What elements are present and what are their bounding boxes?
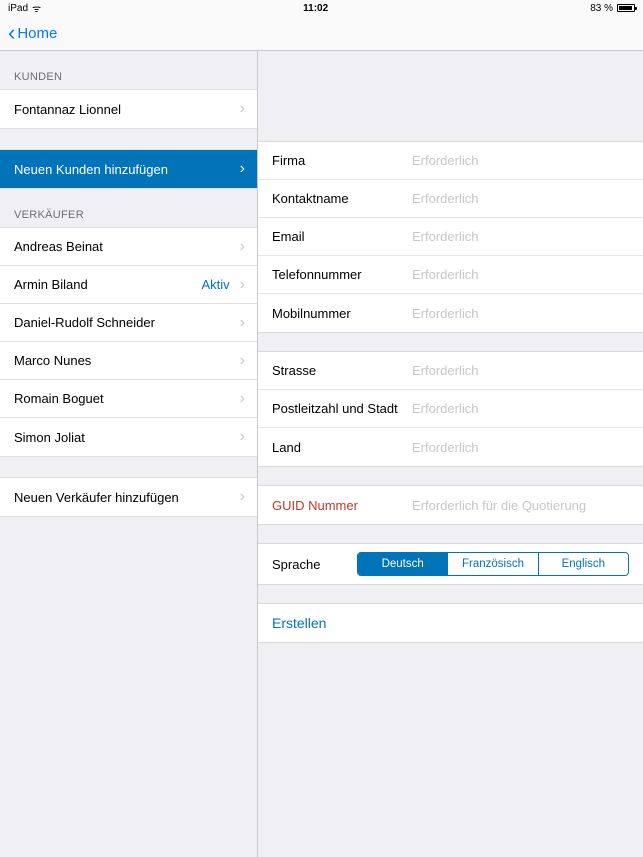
text-input[interactable] <box>412 440 629 455</box>
form-label: Mobilnummer <box>272 306 412 321</box>
chevron-right-icon: › <box>240 100 245 118</box>
list-item-kunde[interactable]: Fontannaz Lionnel › <box>0 90 257 128</box>
add-kunde-label: Neuen Kunden hinzufügen <box>14 162 168 177</box>
content-pane: Firma Kontaktname Email Telefonnummer Mobiln… <box>258 51 643 857</box>
form-row: Email <box>258 218 643 256</box>
text-input[interactable] <box>412 153 629 168</box>
list-item-verkaufer[interactable]: Daniel-Rudolf Schneider › <box>0 304 257 342</box>
chevron-left-icon: ‹ <box>8 22 15 44</box>
text-input[interactable] <box>412 267 629 282</box>
chevron-right-icon: › <box>240 352 245 370</box>
nav-bar: ‹ Home <box>0 16 643 51</box>
status-battery: 83 % <box>590 3 635 14</box>
chevron-right-icon: › <box>240 238 245 256</box>
status-device: iPad ᯤ <box>8 1 41 15</box>
list-item-verkaufer[interactable]: Marco Nunes › <box>0 342 257 380</box>
text-input[interactable] <box>412 363 629 378</box>
status-text: Aktiv <box>202 277 230 292</box>
list-item-verkaufer[interactable]: Simon Joliat › <box>0 418 257 456</box>
form-row-guid: GUID Nummer <box>258 486 643 524</box>
chevron-right-icon: › <box>240 276 245 294</box>
form-label: Strasse <box>272 363 412 378</box>
form-row: Kontaktname <box>258 180 643 218</box>
add-verkaufer-button[interactable]: Neuen Verkäufer hinzufügen › <box>0 478 257 516</box>
list-item-verkaufer[interactable]: Romain Boguet › <box>0 380 257 418</box>
status-bar: iPad ᯤ 11:02 83 % <box>0 0 643 16</box>
form-row: Mobilnummer <box>258 294 643 332</box>
list-item-label: Fontannaz Lionnel <box>14 102 121 117</box>
section-header-kunden: KUNDEN <box>0 51 257 89</box>
list-item-label: Armin Biland <box>14 277 88 292</box>
add-verkaufer-label: Neuen Verkäufer hinzufügen <box>14 490 179 505</box>
status-time: 11:02 <box>303 3 328 14</box>
form-label: Firma <box>272 153 412 168</box>
chevron-right-icon: › <box>240 428 245 446</box>
language-option[interactable]: Deutsch <box>358 553 448 575</box>
chevron-right-icon: › <box>240 314 245 332</box>
battery-icon <box>617 4 635 12</box>
chevron-right-icon: › <box>240 390 245 408</box>
list-item-label: Simon Joliat <box>14 430 85 445</box>
language-option[interactable]: Französisch <box>448 553 538 575</box>
list-item-verkaufer[interactable]: Armin Biland Aktiv › <box>0 266 257 304</box>
create-button[interactable]: Erstellen <box>258 603 643 643</box>
language-segmented: DeutschFranzösischEnglisch <box>357 552 629 576</box>
list-item-label: Daniel-Rudolf Schneider <box>14 315 155 330</box>
list-item-label: Andreas Beinat <box>14 239 103 254</box>
sidebar: KUNDEN Fontannaz Lionnel › Neuen Kunden … <box>0 51 258 857</box>
back-label: Home <box>17 25 57 42</box>
list-item-label: Romain Boguet <box>14 391 104 406</box>
add-kunde-button[interactable]: Neuen Kunden hinzufügen › <box>0 150 257 188</box>
list-item-label: Marco Nunes <box>14 353 91 368</box>
language-option[interactable]: Englisch <box>539 553 628 575</box>
form-label: Telefonnummer <box>272 267 412 282</box>
chevron-right-icon: › <box>240 488 245 506</box>
form-label: Email <box>272 229 412 244</box>
section-header-verkaufer: VERKÄUFER <box>0 189 257 227</box>
chevron-right-icon: › <box>240 160 245 178</box>
form-row: Strasse <box>258 352 643 390</box>
form-row: Firma <box>258 142 643 180</box>
form-label: Kontaktname <box>272 191 412 206</box>
form-label: Land <box>272 440 412 455</box>
list-item-verkaufer[interactable]: Andreas Beinat › <box>0 228 257 266</box>
back-button[interactable]: ‹ Home <box>8 22 57 44</box>
form-row: Postleitzahl und Stadt <box>258 390 643 428</box>
form-label-guid: GUID Nummer <box>272 498 412 513</box>
form-group-contact: Firma Kontaktname Email Telefonnummer Mobiln… <box>258 141 643 333</box>
text-input[interactable] <box>412 401 629 416</box>
form-row: Telefonnummer <box>258 256 643 294</box>
form-row: Land <box>258 428 643 466</box>
text-input[interactable] <box>412 306 629 321</box>
text-input[interactable] <box>412 229 629 244</box>
form-group-address: Strasse Postleitzahl und Stadt Land <box>258 351 643 467</box>
form-label: Postleitzahl und Stadt <box>272 401 412 416</box>
language-label: Sprache <box>272 557 357 572</box>
guid-input[interactable] <box>412 498 629 513</box>
text-input[interactable] <box>412 191 629 206</box>
form-group-language: Sprache DeutschFranzösischEnglisch <box>258 543 643 585</box>
form-group-guid: GUID Nummer <box>258 485 643 525</box>
